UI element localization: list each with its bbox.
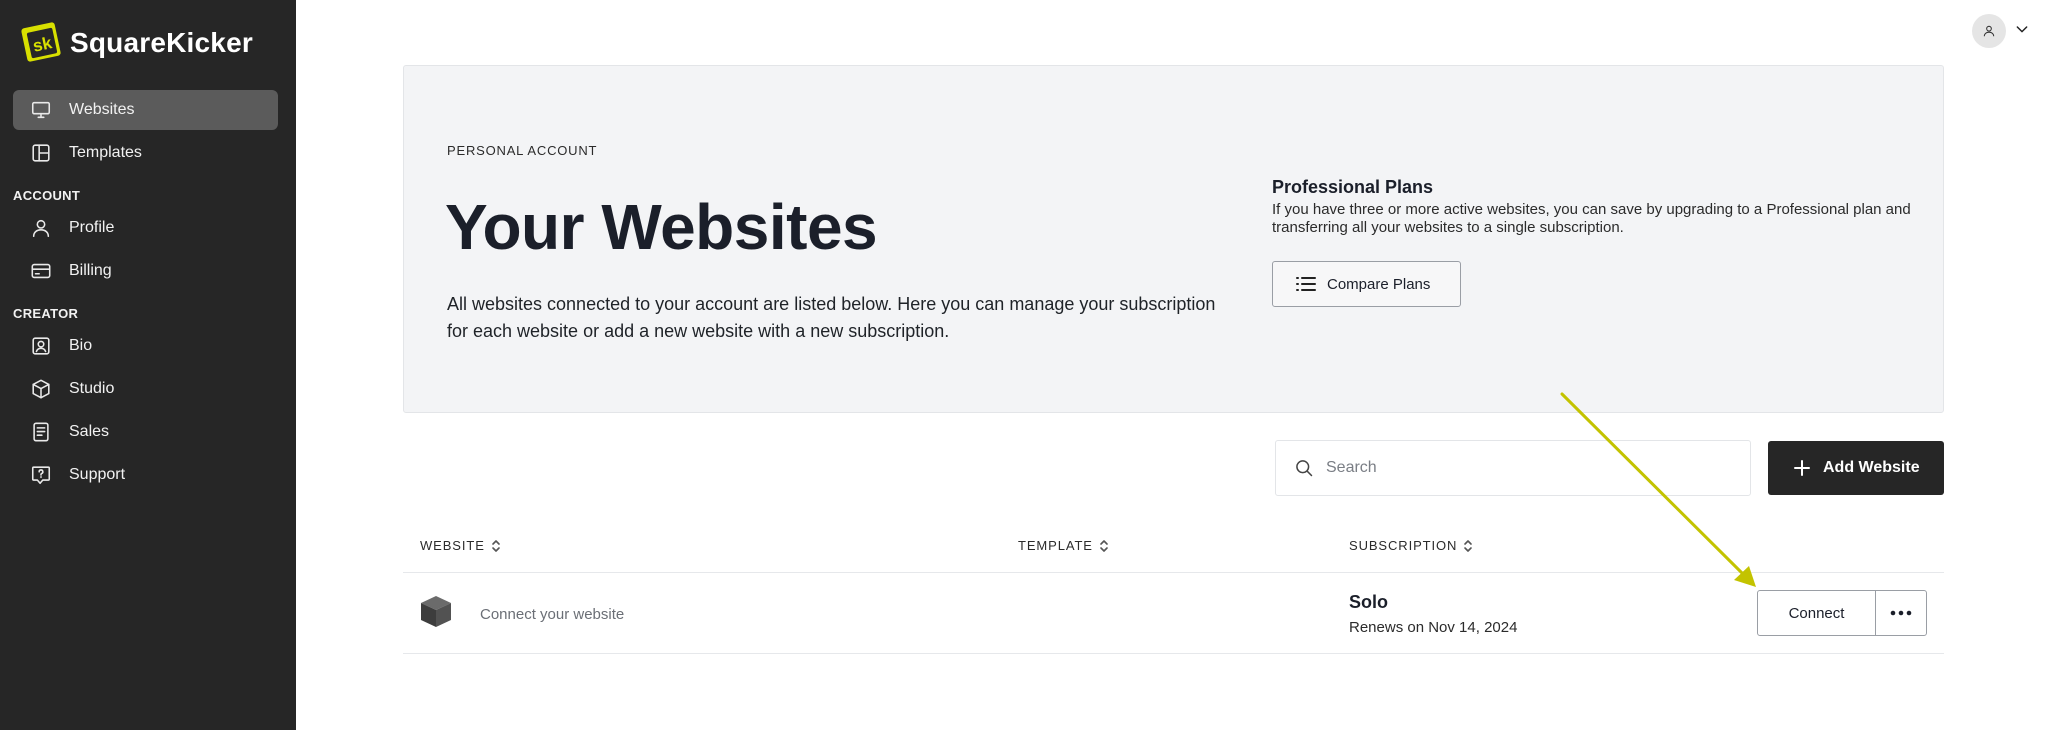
plus-icon bbox=[1794, 460, 1810, 476]
sidebar-item-label: Profile bbox=[69, 219, 115, 236]
add-website-label: Add Website bbox=[1823, 459, 1920, 476]
compare-plans-label: Compare Plans bbox=[1327, 275, 1431, 293]
brand-name: SquareKicker bbox=[70, 27, 253, 58]
sidebar: sk SquareKicker Websites Templates ACCOU… bbox=[0, 0, 296, 730]
sort-icon bbox=[492, 539, 500, 552]
sidebar-item-label: Studio bbox=[69, 380, 115, 397]
compare-plans-button[interactable]: Compare Plans bbox=[1272, 261, 1461, 307]
account-eyebrow: PERSONAL ACCOUNT bbox=[447, 143, 598, 158]
sort-icon bbox=[1464, 539, 1473, 552]
column-header-label: TEMPLATE bbox=[1018, 538, 1093, 553]
search-box[interactable] bbox=[1275, 440, 1751, 496]
page-description: All websites connected to your account a… bbox=[447, 294, 1216, 341]
more-options-button[interactable] bbox=[1875, 590, 1927, 636]
hero-card: PERSONAL ACCOUNT Your Websites All websi… bbox=[403, 65, 1944, 413]
layout-icon bbox=[30, 142, 52, 164]
sidebar-nav: Websites Templates ACCOUNT Profile Billi… bbox=[13, 90, 278, 498]
cube-icon bbox=[30, 378, 52, 400]
sidebar-item-label: Support bbox=[69, 466, 126, 483]
sidebar-item-templates[interactable]: Templates bbox=[13, 133, 278, 173]
receipt-icon bbox=[30, 421, 52, 443]
website-placeholder-icon bbox=[421, 596, 451, 627]
column-header-label: SUBSCRIPTION bbox=[1349, 538, 1458, 553]
squarekicker-logo-icon: sk bbox=[21, 22, 61, 62]
sidebar-item-billing[interactable]: Billing bbox=[13, 251, 278, 291]
sidebar-item-studio[interactable]: Studio bbox=[13, 369, 278, 409]
sidebar-item-label: Websites bbox=[69, 101, 135, 118]
more-horizontal-icon bbox=[1890, 610, 1912, 616]
sidebar-section-account: ACCOUNT bbox=[13, 188, 81, 203]
sidebar-item-label: Templates bbox=[69, 144, 142, 161]
brand[interactable]: sk SquareKicker bbox=[20, 20, 253, 66]
column-header-label: WEBSITE bbox=[420, 538, 485, 553]
connect-button[interactable]: Connect bbox=[1757, 590, 1876, 636]
sidebar-item-bio[interactable]: Bio bbox=[13, 326, 278, 366]
sidebar-item-profile[interactable]: Profile bbox=[13, 208, 278, 248]
chevron-down-icon[interactable] bbox=[2014, 21, 2030, 42]
search-icon bbox=[1296, 460, 1313, 477]
sidebar-item-sales[interactable]: Sales bbox=[13, 412, 278, 452]
sort-icon bbox=[1100, 539, 1108, 552]
user-icon bbox=[30, 217, 52, 239]
sidebar-item-support[interactable]: Support bbox=[13, 455, 278, 495]
connect-website-text: Connect your website bbox=[480, 606, 625, 623]
plans-title: Professional Plans bbox=[1272, 177, 1434, 197]
sidebar-section-creator: CREATOR bbox=[13, 306, 79, 321]
add-website-button[interactable]: Add Website bbox=[1768, 441, 1944, 495]
search-input[interactable] bbox=[1326, 459, 1726, 477]
page-title: Your Websites bbox=[445, 191, 878, 263]
credit-card-icon bbox=[30, 260, 52, 282]
id-badge-icon bbox=[30, 335, 52, 357]
list-icon bbox=[1296, 277, 1316, 291]
help-message-icon bbox=[30, 464, 52, 486]
sidebar-item-websites[interactable]: Websites bbox=[13, 90, 278, 130]
professional-plans-info: Professional Plans If you have three or … bbox=[1272, 177, 1912, 237]
websites-table-header: WEBSITE TEMPLATE SUBSCRIPTION bbox=[403, 530, 1944, 573]
column-header-template[interactable]: TEMPLATE bbox=[1018, 538, 1109, 553]
column-header-website[interactable]: WEBSITE bbox=[420, 538, 501, 553]
user-menu[interactable] bbox=[1972, 14, 2030, 48]
sidebar-item-label: Bio bbox=[69, 337, 93, 354]
sidebar-item-label: Billing bbox=[69, 262, 112, 279]
user-avatar-icon[interactable] bbox=[1972, 14, 2006, 48]
subscription-plan: Solo bbox=[1349, 592, 1388, 612]
plans-description: If you have three or more active website… bbox=[1272, 201, 1911, 236]
sidebar-item-label: Sales bbox=[69, 423, 110, 440]
monitor-icon bbox=[30, 99, 52, 121]
table-row: Connect your website Solo Renews on Nov … bbox=[403, 573, 1944, 654]
subscription-renewal: Renews on Nov 14, 2024 bbox=[1349, 619, 1518, 636]
column-header-subscription[interactable]: SUBSCRIPTION bbox=[1349, 538, 1473, 553]
